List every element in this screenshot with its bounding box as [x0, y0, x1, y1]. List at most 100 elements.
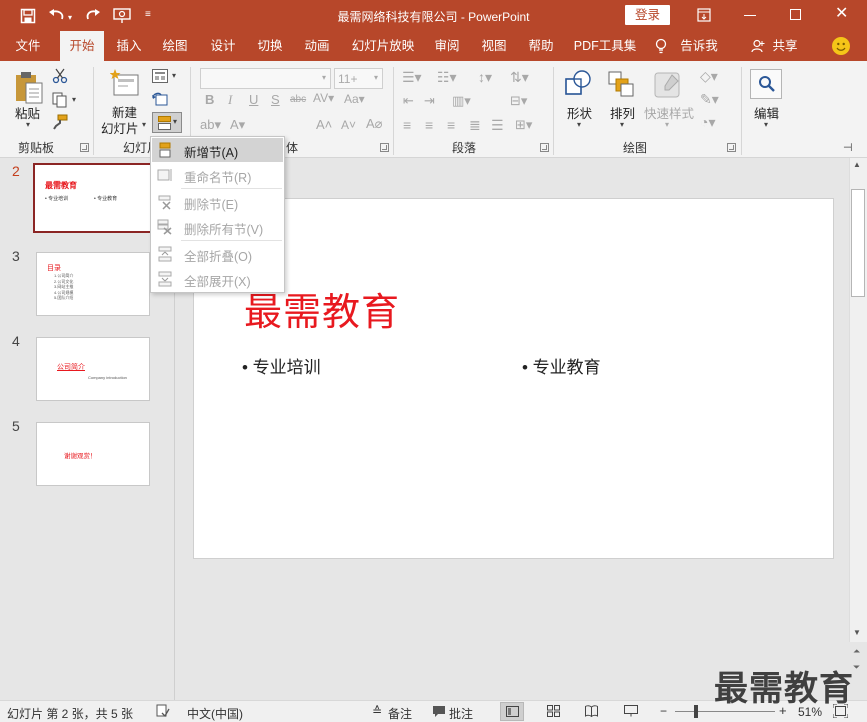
- new-slide-icon[interactable]: [110, 69, 140, 97]
- smartart-icon[interactable]: ⊞▾: [515, 117, 532, 133]
- tab-draw[interactable]: 绘图: [154, 31, 196, 61]
- quick-styles-dropdown-icon[interactable]: ▾: [665, 120, 669, 129]
- comments-icon[interactable]: [432, 705, 446, 718]
- character-spacing-icon[interactable]: AV▾: [313, 91, 334, 105]
- zoom-out-icon[interactable]: −: [660, 704, 667, 718]
- new-slide-label-2[interactable]: 幻灯片: [101, 118, 139, 137]
- slideshow-view-icon[interactable]: [624, 705, 638, 717]
- arrange-dropdown-icon[interactable]: ▾: [620, 120, 624, 129]
- maximize-icon[interactable]: [790, 9, 801, 20]
- menu-item-collapse-all[interactable]: 全部折叠(O): [152, 242, 283, 266]
- underline-icon[interactable]: U: [249, 92, 258, 107]
- reset-slide-icon[interactable]: [152, 92, 168, 106]
- quick-styles-icon[interactable]: [652, 70, 682, 100]
- tab-view[interactable]: 视图: [473, 31, 515, 61]
- font-color-icon[interactable]: A▾: [230, 117, 245, 133]
- slide-thumbnail-5[interactable]: 谢谢观赏！: [36, 422, 150, 486]
- collapse-ribbon-icon[interactable]: ⊣: [843, 141, 853, 154]
- shape-outline-icon[interactable]: ✎▾: [700, 91, 719, 108]
- menu-item-delete-section[interactable]: 删除节(E): [152, 190, 283, 214]
- shapes-icon[interactable]: [564, 69, 594, 99]
- shapes-dropdown-icon[interactable]: ▾: [577, 120, 581, 129]
- language-indicator[interactable]: 中文(中国): [187, 705, 243, 722]
- menu-item-rename-section[interactable]: 重命名节(R): [152, 163, 283, 187]
- clear-formatting-icon[interactable]: A⌀: [366, 116, 383, 132]
- font-size-box[interactable]: 11+ ▾: [334, 68, 383, 89]
- undo-icon[interactable]: [48, 8, 66, 24]
- text-direction-icon[interactable]: ⇅▾: [510, 69, 529, 86]
- align-left-icon[interactable]: ≡: [403, 117, 411, 133]
- scrollbar-thumb[interactable]: [851, 189, 865, 297]
- normal-view-icon[interactable]: [500, 702, 524, 721]
- increase-font-icon[interactable]: A˄: [316, 117, 332, 132]
- notes-icon[interactable]: ≙: [372, 704, 382, 718]
- comments-button[interactable]: 批注: [449, 705, 473, 722]
- decrease-indent-icon[interactable]: ⇤: [403, 93, 414, 109]
- copy-dropdown-icon[interactable]: ▾: [72, 95, 76, 104]
- decrease-font-icon[interactable]: A˅: [341, 118, 356, 132]
- bold-icon[interactable]: B: [205, 92, 214, 107]
- paragraph-launcher-icon[interactable]: [540, 143, 549, 152]
- align-center-icon[interactable]: ≡: [425, 117, 433, 133]
- paste-dropdown-icon[interactable]: ▾: [26, 120, 30, 129]
- close-icon[interactable]: ✕: [835, 6, 848, 22]
- slide-thumbnail-2[interactable]: 最需教育 • 专业培训 • 专业教育: [33, 163, 152, 233]
- paste-icon[interactable]: [14, 70, 46, 104]
- slide-thumbnail-4[interactable]: 公司简介 Company introduction: [36, 337, 150, 401]
- ribbon-display-options-icon[interactable]: [697, 8, 711, 22]
- layout-icon[interactable]: [152, 69, 168, 83]
- menu-item-add-section[interactable]: 新增节(A): [152, 138, 283, 162]
- previous-slide-icon[interactable]: ⏶: [853, 646, 860, 657]
- drawing-launcher-icon[interactable]: [727, 143, 736, 152]
- align-text-icon[interactable]: ⊟▾: [510, 93, 527, 109]
- tab-transitions[interactable]: 切换: [249, 31, 291, 61]
- layout-dropdown-icon[interactable]: ▾: [172, 71, 176, 80]
- line-spacing-icon[interactable]: ↕▾: [478, 69, 492, 86]
- tab-home[interactable]: 开始: [60, 31, 104, 61]
- editing-dropdown-icon[interactable]: ▾: [764, 120, 768, 129]
- distributed-icon[interactable]: ☰: [491, 117, 504, 134]
- login-button[interactable]: 登录: [625, 5, 670, 25]
- align-right-icon[interactable]: ≡: [447, 117, 455, 133]
- slide-canvas[interactable]: 最需教育 • 专业培训 • 专业教育: [193, 198, 834, 559]
- tab-design[interactable]: 设计: [202, 31, 244, 61]
- slide-bullet-1[interactable]: • 专业培训: [242, 353, 321, 378]
- tab-pdf-tools[interactable]: PDF工具集: [570, 31, 640, 61]
- tell-me-search[interactable]: 告诉我: [678, 31, 720, 61]
- slide-bullet-2[interactable]: • 专业教育: [522, 353, 601, 378]
- italic-icon[interactable]: I: [228, 92, 232, 108]
- highlight-icon[interactable]: ab▾: [200, 117, 221, 133]
- next-slide-icon[interactable]: ⏷: [853, 662, 860, 673]
- tab-review[interactable]: 审阅: [426, 31, 468, 61]
- strikethrough-icon[interactable]: abc: [290, 94, 306, 105]
- numbering-icon[interactable]: ☷▾: [437, 69, 457, 86]
- start-slideshow-icon[interactable]: [113, 7, 133, 25]
- shape-effects-icon[interactable]: ◔▾: [700, 114, 715, 131]
- menu-item-expand-all[interactable]: 全部展开(X): [152, 267, 283, 291]
- arrange-icon[interactable]: [607, 70, 635, 98]
- slide-thumbnail-3[interactable]: 目录 1.公司简介 2.公司文化 3.网站主推 4.公司规模 5.团队介绍: [36, 252, 150, 316]
- font-name-box[interactable]: ▾: [200, 68, 331, 89]
- customize-quick-access-icon[interactable]: ≡: [145, 9, 151, 20]
- feedback-smiley-icon[interactable]: [832, 37, 850, 55]
- change-case-icon[interactable]: Aa▾: [344, 92, 365, 106]
- menu-item-delete-all-sections[interactable]: 删除所有节(V): [152, 215, 283, 239]
- tab-insert[interactable]: 插入: [108, 31, 150, 61]
- tab-slideshow[interactable]: 幻灯片放映: [346, 31, 420, 61]
- undo-dropdown-icon[interactable]: ▾: [68, 13, 72, 22]
- shape-fill-icon[interactable]: ◇▾: [700, 68, 718, 85]
- tab-file[interactable]: 文件: [6, 31, 50, 61]
- text-shadow-icon[interactable]: S: [271, 92, 280, 107]
- cut-icon[interactable]: [52, 68, 68, 84]
- font-launcher-icon[interactable]: [380, 143, 389, 152]
- columns-icon[interactable]: ▥▾: [452, 93, 471, 109]
- increase-indent-icon[interactable]: ⇥: [424, 93, 435, 109]
- redo-icon[interactable]: [85, 8, 101, 24]
- clipboard-launcher-icon[interactable]: [80, 143, 89, 152]
- zoom-slider[interactable]: [675, 711, 775, 712]
- find-icon[interactable]: [750, 69, 782, 99]
- tab-animations[interactable]: 动画: [296, 31, 338, 61]
- justify-icon[interactable]: ≣: [469, 117, 481, 134]
- copy-icon[interactable]: [52, 92, 68, 108]
- zoom-slider-thumb[interactable]: [694, 705, 698, 718]
